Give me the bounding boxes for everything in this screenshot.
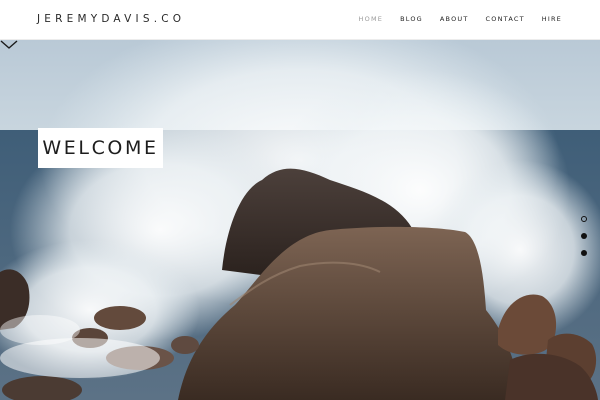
slide-pagination xyxy=(581,216,587,267)
nav-about[interactable]: ABOUT xyxy=(440,15,469,23)
welcome-banner: WELCOME xyxy=(38,128,163,168)
hero-section: WELCOME xyxy=(0,40,600,400)
hero-background-image xyxy=(0,40,600,400)
slide-dot-1[interactable] xyxy=(581,216,587,222)
nav-contact[interactable]: CONTACT xyxy=(486,15,525,23)
site-header: JEREMYDAVIS.CO HOME BLOG ABOUT CONTACT H… xyxy=(0,0,600,40)
hero-heading: WELCOME xyxy=(42,137,159,159)
slide-dot-3[interactable] xyxy=(581,250,587,256)
nav-blog[interactable]: BLOG xyxy=(400,15,423,23)
main-nav: HOME BLOG ABOUT CONTACT HIRE xyxy=(342,15,562,23)
nav-hire[interactable]: HIRE xyxy=(542,15,562,23)
chevron-down-icon[interactable] xyxy=(0,40,18,50)
nav-home[interactable]: HOME xyxy=(359,15,384,23)
slide-dot-2[interactable] xyxy=(581,233,587,239)
site-logo[interactable]: JEREMYDAVIS.CO xyxy=(37,13,185,25)
